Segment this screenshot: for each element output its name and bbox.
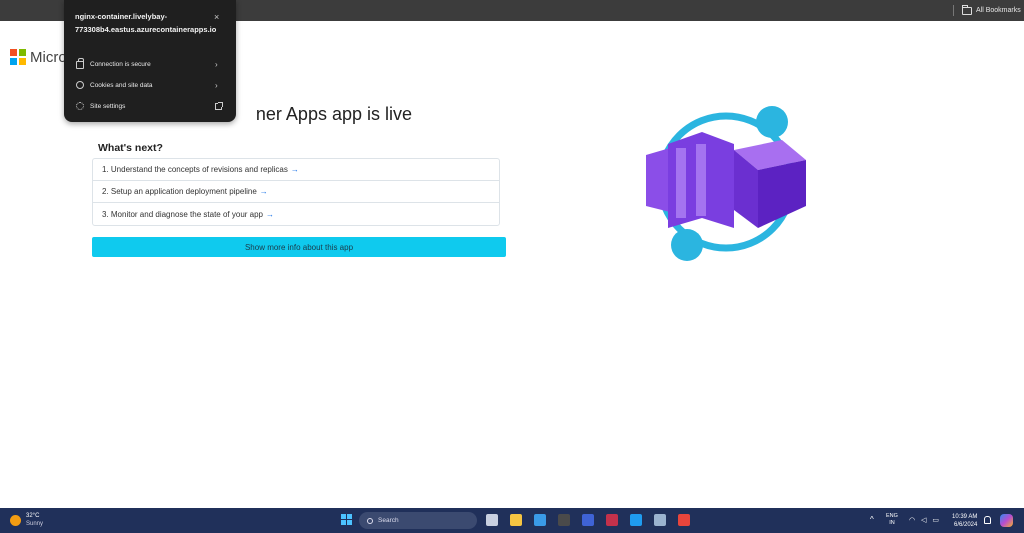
connection-secure-label: Connection is secure — [90, 60, 151, 68]
next-steps-list: 1. Understand the concepts of revisions … — [92, 158, 500, 226]
cube-left — [646, 148, 670, 212]
arrow-right-icon: → — [290, 165, 299, 174]
chrome-icon[interactable] — [678, 514, 690, 526]
search-icon — [367, 517, 373, 524]
lock-icon — [76, 58, 84, 69]
arrow-right-icon: → — [259, 187, 268, 196]
microsoft-logo-icon — [10, 49, 26, 65]
list-item-label[interactable]: 3. Monitor and diagnose the state of you… — [102, 210, 263, 219]
list-item[interactable]: 3. Monitor and diagnose the state of you… — [93, 203, 499, 225]
all-bookmarks-label: All Bookmarks — [976, 7, 1021, 14]
cube-center-stripe — [696, 144, 706, 216]
chevron-right-icon: › — [215, 59, 218, 69]
all-bookmarks-button[interactable]: All Bookmarks — [962, 4, 1021, 17]
vscode-icon[interactable] — [630, 514, 642, 526]
copilot-icon[interactable] — [1000, 514, 1013, 527]
site-settings-label: Site settings — [90, 102, 126, 110]
orbit-dot-bottom — [671, 229, 703, 261]
app-dark-icon[interactable] — [558, 514, 570, 526]
container-apps-illustration — [646, 106, 806, 261]
chevron-up-icon[interactable]: ^ — [870, 515, 874, 524]
app-red-icon[interactable] — [606, 514, 618, 526]
list-item-label[interactable]: 1. Understand the concepts of revisions … — [102, 165, 288, 174]
search-label: Search — [378, 517, 399, 524]
close-icon[interactable]: × — [214, 12, 219, 22]
site-settings-row[interactable]: Site settings — [64, 96, 236, 116]
site-hostname: nginx-container.livelybay-773308b4.eastu… — [75, 12, 217, 34]
list-item[interactable]: 1. Understand the concepts of revisions … — [93, 159, 499, 181]
brand-text: Micro — [30, 49, 67, 66]
language-indicator[interactable]: ENG IN — [886, 513, 898, 527]
app-blue-icon[interactable] — [582, 514, 594, 526]
bookmarks-separator — [953, 5, 954, 16]
weather-temp[interactable]: 32°C — [26, 513, 39, 519]
app-shield-icon[interactable] — [654, 514, 666, 526]
site-info-popup: nginx-container.livelybay-773308b4.eastu… — [64, 0, 236, 122]
cookies-label: Cookies and site data — [90, 81, 153, 89]
clock[interactable]: 10:39 AM 6/6/2024 — [952, 513, 977, 529]
external-link-icon — [215, 101, 223, 110]
sun-icon[interactable] — [10, 515, 21, 526]
taskbar-search[interactable]: Search — [359, 512, 477, 529]
date: 6/6/2024 — [954, 522, 978, 528]
show-more-info-button[interactable]: Show more info about this app — [92, 237, 506, 257]
cookies-site-data-row[interactable]: Cookies and site data › — [64, 75, 236, 95]
arrow-right-icon: → — [266, 209, 274, 219]
list-item-label[interactable]: 2. Setup an application deployment pipel… — [102, 187, 257, 196]
orbit-dot-top — [756, 106, 788, 138]
task-view-icon[interactable] — [486, 514, 498, 526]
notification-bell-icon[interactable] — [984, 516, 991, 524]
connection-secure-row[interactable]: Connection is secure › — [64, 54, 236, 74]
file-explorer-icon[interactable] — [510, 514, 522, 526]
list-item[interactable]: 2. Setup an application deployment pipel… — [93, 181, 499, 203]
taskbar: 32°C Sunny Search ^ ENG IN ◠ ◁ ▭ 10:39 A… — [0, 508, 1024, 533]
folder-icon — [962, 4, 972, 15]
tray-status-icons[interactable]: ◠ ◁ ▭ — [909, 516, 941, 524]
language-line1: ENG — [886, 513, 898, 519]
language-line2: IN — [889, 520, 895, 526]
weather-condition[interactable]: Sunny — [26, 521, 43, 527]
gear-icon — [76, 102, 84, 110]
windows-start-icon[interactable] — [341, 514, 353, 526]
whats-next-heading: What's next? — [98, 142, 163, 154]
time: 10:39 AM — [952, 514, 978, 520]
cookie-icon — [76, 81, 84, 89]
store-icon[interactable] — [534, 514, 546, 526]
chevron-right-icon: › — [215, 80, 218, 90]
cube-center-stripe — [676, 148, 686, 218]
